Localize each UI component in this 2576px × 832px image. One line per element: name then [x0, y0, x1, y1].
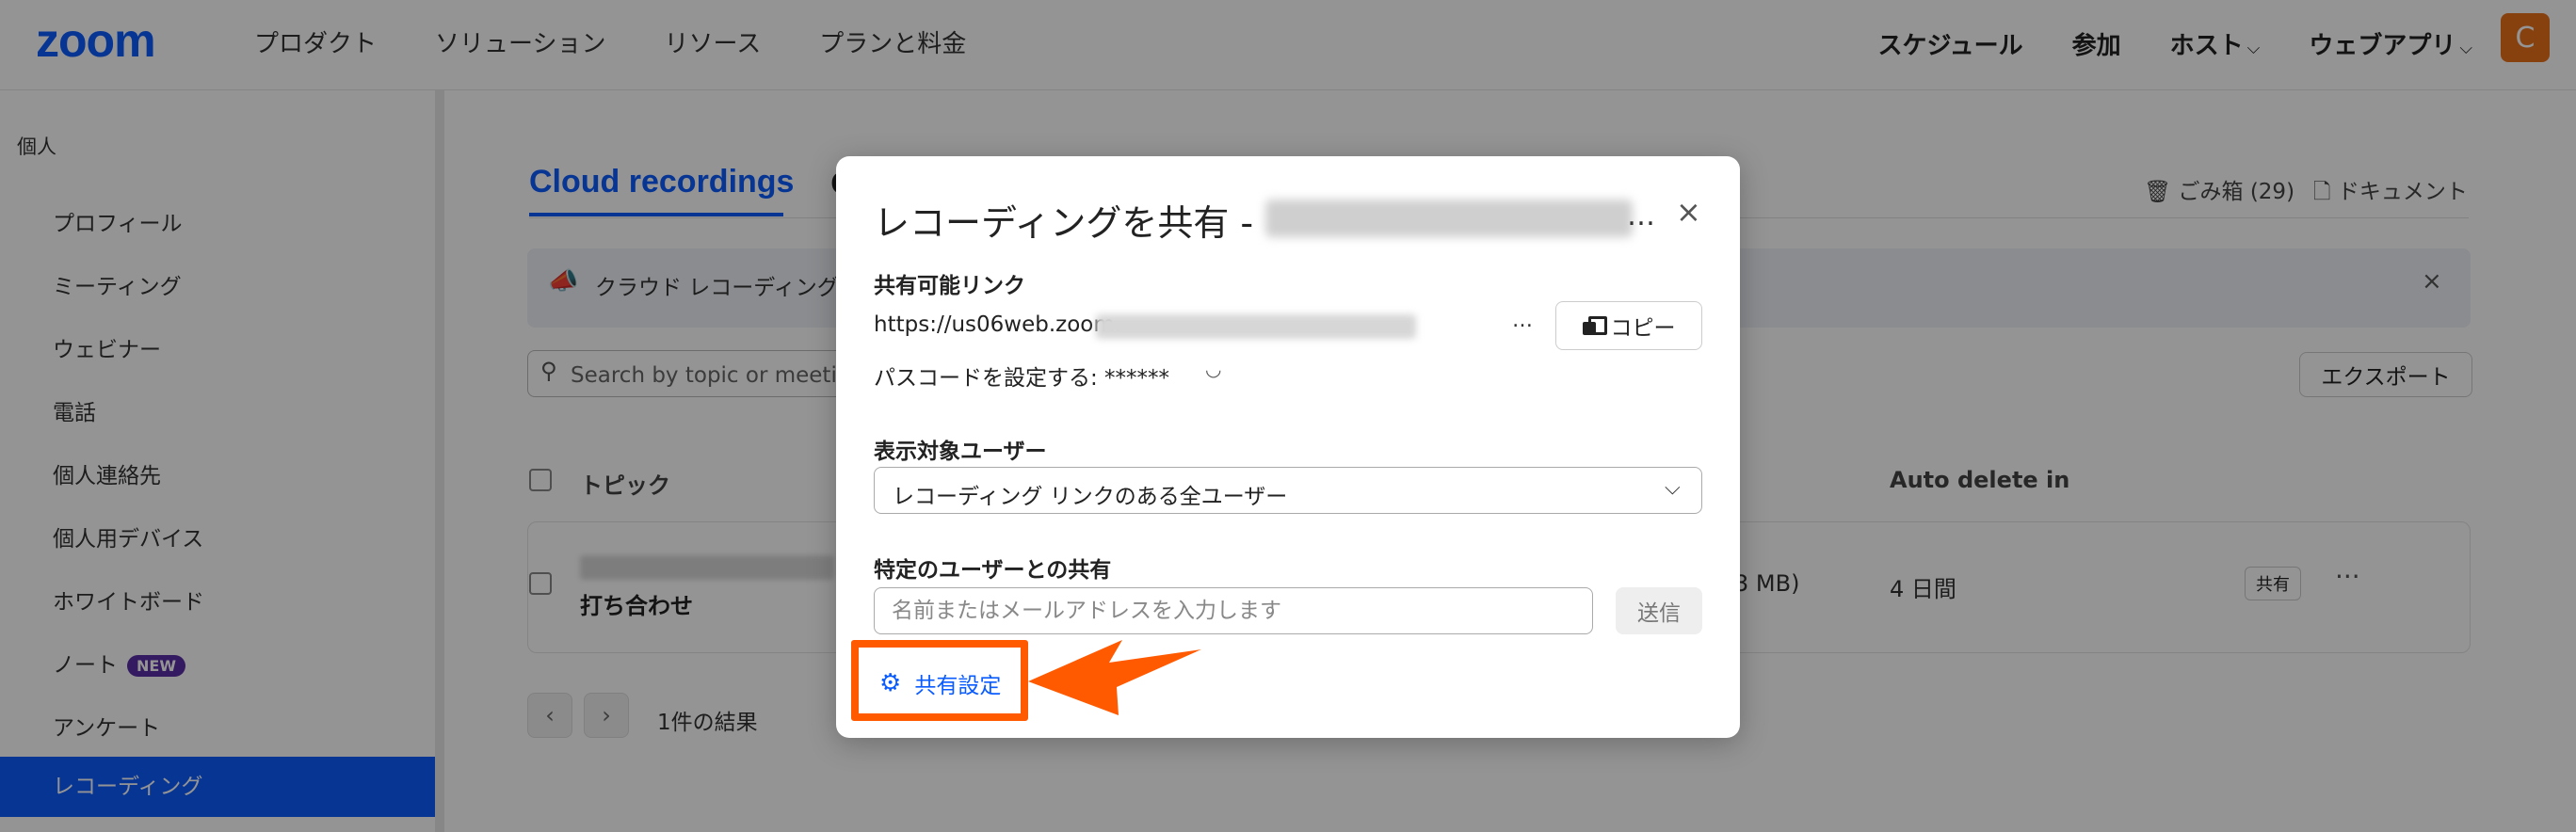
redacted-text	[1265, 200, 1633, 237]
pointer-arrow	[1028, 640, 1201, 715]
audience-select-value: レコーディング リンクのある全ユーザー	[893, 485, 1288, 509]
dialog-title: レコーディングを共有 -	[874, 202, 1254, 244]
link-ellipsis: …	[1512, 309, 1533, 332]
copy-label: コピー	[1610, 316, 1676, 341]
close-icon[interactable]: ×	[1676, 194, 1701, 230]
send-button[interactable]: 送信	[1616, 587, 1702, 634]
copy-button[interactable]: コピー	[1555, 301, 1702, 350]
specific-share-label: 特定のユーザーとの共有	[874, 558, 1112, 583]
arrow-shape	[1028, 640, 1201, 715]
share-link-label: 共有可能リンク	[874, 274, 1025, 298]
eye-closed-icon[interactable]: ◡	[1205, 358, 1221, 380]
highlight-box	[851, 640, 1028, 721]
redacted-text	[1096, 314, 1416, 339]
passcode-text: パスコードを設定する: ******	[874, 366, 1170, 391]
share-link-text: https://us06web.zoom.	[874, 312, 1122, 337]
copy-icon	[1582, 316, 1607, 335]
share-recipient-input[interactable]	[874, 587, 1593, 634]
title-ellipsis: …	[1627, 200, 1655, 232]
audience-label: 表示対象ユーザー	[874, 440, 1047, 464]
chevron-down-icon: ⌵	[1665, 476, 1681, 500]
